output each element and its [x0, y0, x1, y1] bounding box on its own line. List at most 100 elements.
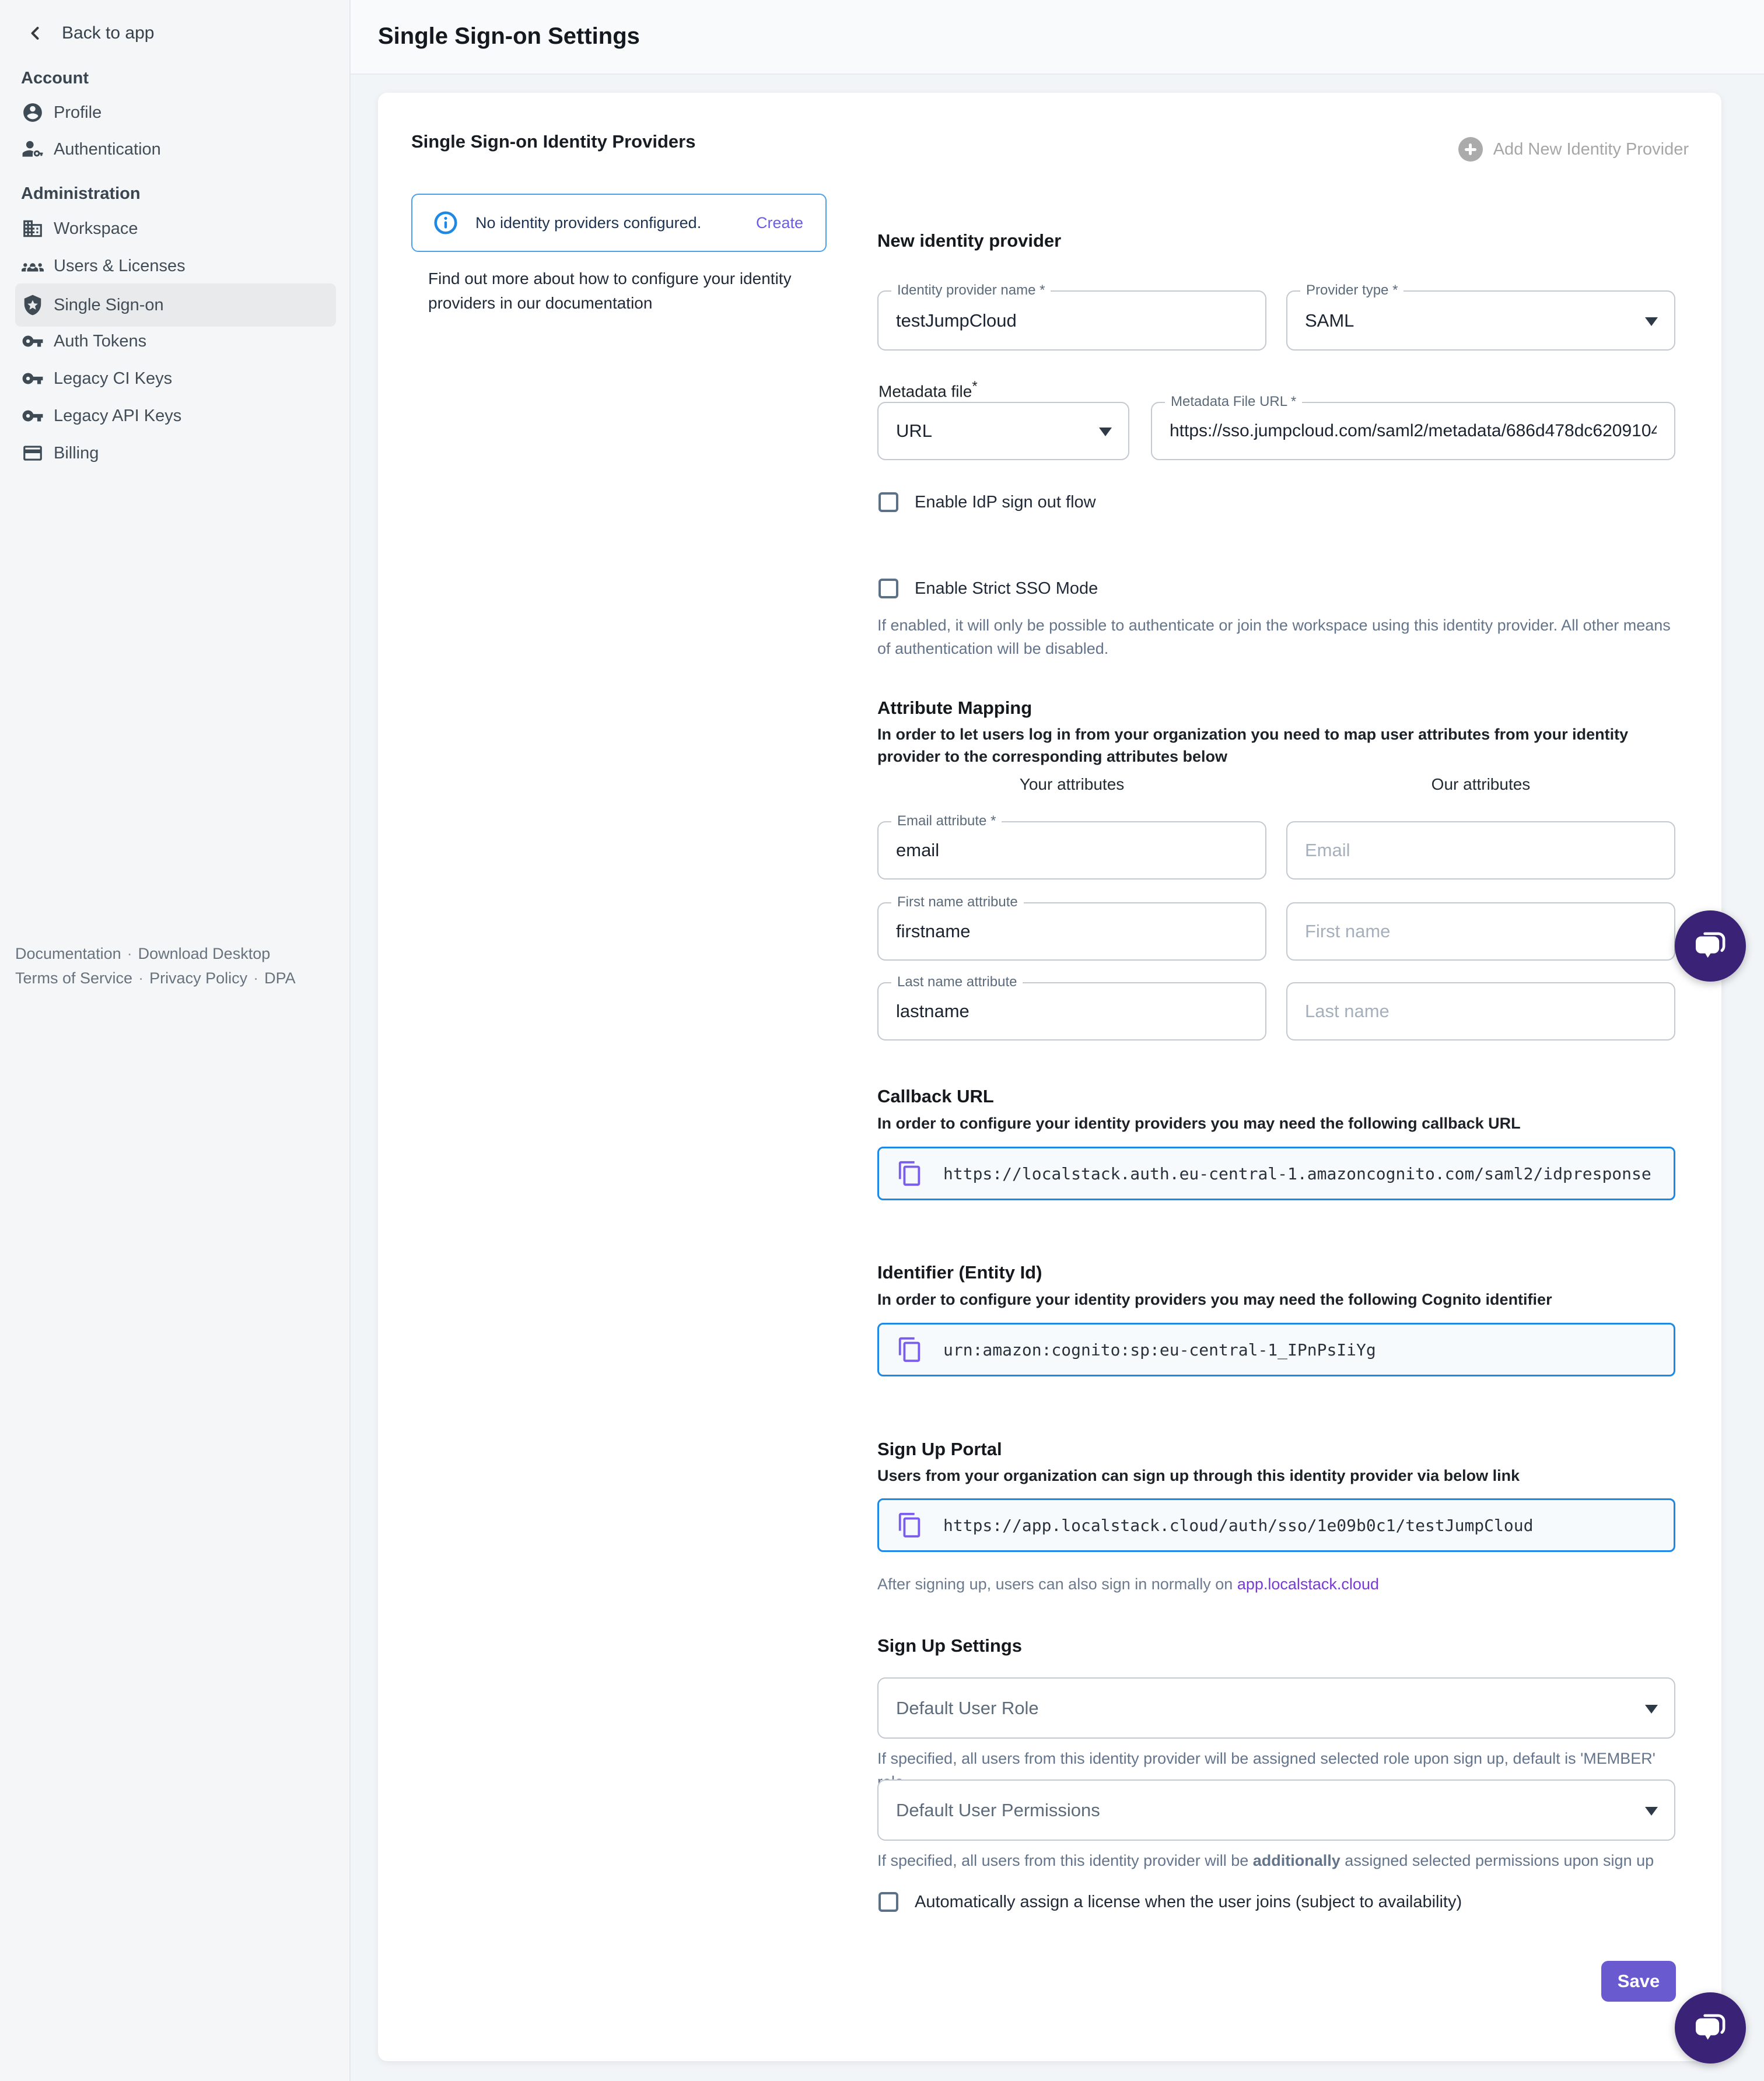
- footer-link-download-desktop[interactable]: Download Desktop: [138, 945, 271, 962]
- sidebar-item-profile[interactable]: Profile: [15, 94, 336, 131]
- checkbox-icon[interactable]: [878, 1892, 898, 1912]
- metadata-file-label: Metadata file*: [878, 379, 978, 401]
- card-title: Single Sign-on Identity Providers: [411, 131, 695, 152]
- chevron-down-icon: [1099, 428, 1112, 436]
- sidebar-item-label: Billing: [54, 444, 99, 463]
- sidebar-item-label: Users & Licenses: [54, 257, 186, 276]
- sidebar-item-label: Legacy CI Keys: [54, 369, 172, 388]
- checkbox-icon[interactable]: [878, 492, 898, 512]
- first-name-attribute-field[interactable]: First name attribute: [877, 902, 1266, 961]
- identity-provider-name-input[interactable]: [878, 292, 1265, 349]
- sidebar-item-legacy-ci-keys[interactable]: Legacy CI Keys: [15, 360, 336, 397]
- our-email-field[interactable]: [1286, 821, 1675, 880]
- our-attributes-column-label: Our attributes: [1286, 775, 1675, 794]
- sidebar-item-users-licenses[interactable]: Users & Licenses: [15, 247, 336, 285]
- sidebar-item-label: Auth Tokens: [54, 332, 146, 351]
- signup-portal-value: https://app.localstack.cloud/auth/sso/1e…: [943, 1516, 1533, 1535]
- field-label: Provider type *: [1300, 282, 1404, 299]
- attribute-mapping-heading: Attribute Mapping: [877, 698, 1032, 719]
- copy-icon[interactable]: [897, 1336, 923, 1363]
- key-icon: [21, 330, 44, 353]
- sidebar-item-authentication[interactable]: Authentication: [15, 131, 336, 168]
- metadata-source-value: URL: [896, 421, 932, 442]
- email-attribute-field[interactable]: Email attribute *: [877, 821, 1266, 880]
- our-last-name-input[interactable]: [1287, 983, 1674, 1039]
- sidebar-section-account: Account: [21, 69, 89, 88]
- workspace-icon: [21, 217, 44, 240]
- new-identity-provider-form: New identity provider Identity provider …: [877, 93, 1675, 2061]
- sidebar-item-label: Single Sign-on: [54, 296, 164, 315]
- sidebar-item-label: Profile: [54, 103, 102, 122]
- chevron-down-icon: [1645, 317, 1658, 326]
- our-last-name-field[interactable]: [1286, 982, 1675, 1040]
- enable-idp-signout-checkbox-row[interactable]: Enable IdP sign out flow: [878, 492, 1096, 512]
- identity-providers-card: Single Sign-on Identity Providers Add Ne…: [378, 93, 1721, 2061]
- sidebar-item-label: Authentication: [54, 140, 161, 159]
- no-providers-alert: No identity providers configured. Create: [411, 194, 827, 252]
- info-icon: [432, 209, 459, 236]
- form-heading: New identity provider: [877, 230, 1061, 251]
- our-first-name-field[interactable]: [1286, 902, 1675, 961]
- billing-icon: [21, 442, 44, 465]
- field-label: Last name attribute: [891, 974, 1023, 990]
- field-label: Metadata File URL *: [1165, 394, 1302, 410]
- sidebar-item-single-sign-on[interactable]: Single Sign-on: [15, 283, 336, 327]
- metadata-source-select[interactable]: URL: [877, 402, 1129, 460]
- copy-icon[interactable]: [897, 1160, 923, 1187]
- sidebar-item-billing[interactable]: Billing: [15, 435, 336, 472]
- signup-portal-description: Users from your organization can sign up…: [877, 1465, 1675, 1487]
- shield-star-icon: [21, 293, 44, 317]
- docs-hint: Find out more about how to configure you…: [428, 267, 802, 316]
- create-button[interactable]: Create: [756, 214, 803, 232]
- enable-strict-sso-checkbox-row[interactable]: Enable Strict SSO Mode: [878, 579, 1098, 598]
- page-header: Single Sign-on Settings: [351, 0, 1764, 75]
- default-user-role-value: Default User Role: [896, 1698, 1039, 1719]
- copy-icon[interactable]: [897, 1512, 923, 1539]
- back-to-app-button[interactable]: Back to app: [15, 15, 336, 52]
- sidebar-item-legacy-api-keys[interactable]: Legacy API Keys: [15, 397, 336, 435]
- sidebar: Back to app Account Profile Authenticati…: [0, 0, 351, 2081]
- last-name-attribute-field[interactable]: Last name attribute: [877, 982, 1266, 1040]
- last-name-attribute-input[interactable]: [878, 983, 1265, 1039]
- authentication-icon: [21, 138, 44, 161]
- alert-text: No identity providers configured.: [475, 214, 701, 232]
- first-name-attribute-input[interactable]: [878, 903, 1265, 959]
- footer-link-privacy[interactable]: Privacy Policy: [149, 969, 247, 987]
- our-email-input[interactable]: [1287, 822, 1674, 878]
- our-first-name-input[interactable]: [1287, 903, 1674, 959]
- metadata-file-url-field[interactable]: Metadata File URL *: [1151, 402, 1675, 460]
- strict-sso-helper: If enabled, it will only be possible to …: [877, 614, 1671, 660]
- metadata-file-url-input[interactable]: [1152, 403, 1674, 459]
- main-area: Single Sign-on Settings Single Sign-on I…: [351, 0, 1764, 2081]
- footer-link-terms[interactable]: Terms of Service: [15, 969, 132, 987]
- identifier-heading: Identifier (Entity Id): [877, 1262, 1042, 1283]
- chat-widget-button[interactable]: [1675, 910, 1746, 982]
- checkbox-icon[interactable]: [878, 579, 898, 598]
- provider-type-value: SAML: [1305, 310, 1354, 331]
- provider-type-select[interactable]: Provider type * SAML: [1286, 290, 1675, 351]
- chat-icon: [1691, 927, 1730, 965]
- default-user-permissions-value: Default User Permissions: [896, 1800, 1100, 1821]
- default-user-permissions-select[interactable]: Default User Permissions: [877, 1779, 1675, 1841]
- app-localstack-cloud-link[interactable]: app.localstack.cloud: [1237, 1575, 1379, 1593]
- identifier-value: urn:amazon:cognito:sp:eu-central-1_IPnPs…: [943, 1340, 1376, 1360]
- save-button[interactable]: Save: [1601, 1961, 1676, 2002]
- chat-widget-button[interactable]: [1675, 1992, 1746, 2064]
- sidebar-item-auth-tokens[interactable]: Auth Tokens: [15, 323, 336, 360]
- attribute-mapping-description: In order to let users log in from your o…: [877, 723, 1675, 768]
- footer-link-dpa[interactable]: DPA: [264, 969, 296, 987]
- field-label: Email attribute *: [891, 813, 1002, 829]
- sidebar-item-workspace[interactable]: Workspace: [15, 210, 336, 247]
- key-icon: [21, 404, 44, 428]
- field-label: Identity provider name *: [891, 282, 1051, 299]
- page-title: Single Sign-on Settings: [378, 23, 640, 50]
- auto-assign-license-checkbox-row[interactable]: Automatically assign a license when the …: [878, 1892, 1462, 1912]
- default-user-role-select[interactable]: Default User Role: [877, 1677, 1675, 1739]
- footer-link-documentation[interactable]: Documentation: [15, 945, 121, 962]
- chevron-down-icon: [1645, 1705, 1658, 1714]
- identity-provider-name-field[interactable]: Identity provider name *: [877, 290, 1266, 351]
- signup-portal-copybox: https://app.localstack.cloud/auth/sso/1e…: [877, 1498, 1675, 1552]
- identifier-copybox: urn:amazon:cognito:sp:eu-central-1_IPnPs…: [877, 1323, 1675, 1376]
- sidebar-footer: Documentation·Download Desktop Terms of …: [15, 941, 330, 990]
- email-attribute-input[interactable]: [878, 822, 1265, 878]
